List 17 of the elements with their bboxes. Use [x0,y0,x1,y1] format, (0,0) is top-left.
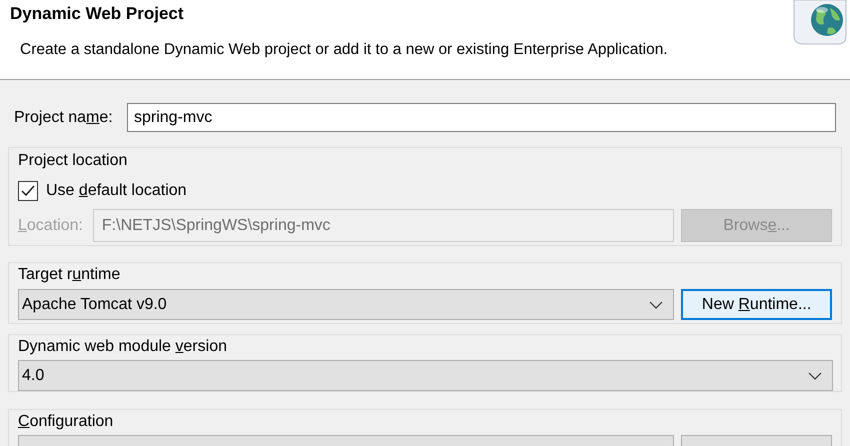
dialog-description: Create a standalone Dynamic Web project or add it to a new or existing Enterprise Application. [20,40,668,60]
group-title: Target runtime [18,265,122,285]
group-title: Configuration [18,412,114,432]
group-title: Dynamic web module version [18,337,228,357]
group-title: Project location [18,151,128,171]
location-label: Location: [18,216,84,236]
checkbox[interactable] [18,181,38,201]
default-location-checkbox[interactable]: Use default location [18,179,187,203]
chevron-down-icon [649,300,664,308]
project-name-label: Project name: [14,108,114,128]
checkmark-icon [21,185,35,197]
dropdown[interactable]: Apache Tomcat v9.0 [18,289,674,320]
project-name-field[interactable]: spring-mvc [127,103,836,132]
dialog-title: Dynamic Web Project [10,3,184,25]
new-runtime-button[interactable]: New Runtime... [681,289,832,320]
chevron-down-icon [808,372,822,380]
dropdown[interactable]: 4.0 [18,360,833,391]
